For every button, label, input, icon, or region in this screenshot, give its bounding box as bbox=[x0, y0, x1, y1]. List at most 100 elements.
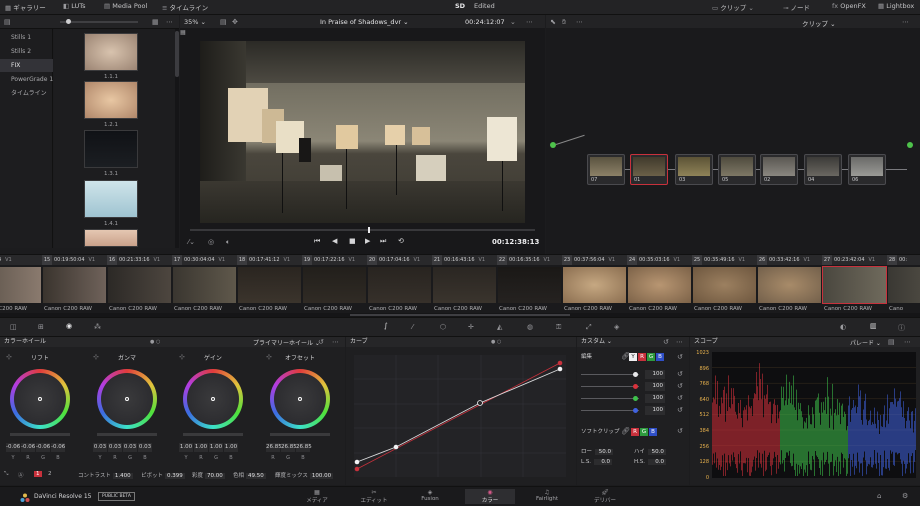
link-icon[interactable]: 🔗︎ bbox=[621, 427, 630, 435]
wheel-value[interactable]: 26.85 bbox=[266, 443, 282, 452]
color-picker-icon[interactable]: ⁄⌄ bbox=[188, 238, 195, 246]
wheel-value[interactable]: 26.85 bbox=[296, 443, 312, 452]
reset-icon[interactable]: ↺ bbox=[677, 382, 683, 390]
timeline-clip[interactable]: 20 00:17:04:16 V1 Canon C200 RAW bbox=[367, 255, 432, 316]
reset-icon[interactable]: ↺ bbox=[677, 427, 683, 435]
color-match-icon[interactable]: ⊞ bbox=[38, 323, 44, 331]
sidebar-item-timeline[interactable]: タイムライン bbox=[0, 87, 53, 100]
reset-icon[interactable]: ↺ bbox=[677, 406, 683, 414]
node-06[interactable]: 06 bbox=[848, 154, 886, 185]
timeline-clip[interactable]: 24 00:35:03:16 V1 Canon C200 RAW bbox=[627, 255, 692, 316]
grid-icon[interactable]: ▦ bbox=[180, 29, 186, 36]
stop-icon[interactable]: ■ bbox=[349, 237, 356, 245]
wheel-value[interactable]: 0.03 bbox=[108, 443, 122, 452]
video-frame[interactable] bbox=[200, 41, 525, 223]
qualifier-icon[interactable]: ⁄ bbox=[412, 323, 413, 331]
g-softclip-button[interactable]: G bbox=[640, 428, 648, 436]
key-icon[interactable]: ⚿ bbox=[556, 323, 561, 332]
timeline-clip[interactable]: 18 00:17:41:12 V1 Canon C200 RAW bbox=[237, 255, 302, 316]
node-01[interactable]: 01 bbox=[630, 154, 668, 185]
play-icon[interactable]: ▶ bbox=[365, 237, 370, 245]
reset-icon[interactable]: ↺ bbox=[677, 353, 683, 361]
page-2-button[interactable]: 2 bbox=[48, 471, 52, 477]
curve-point[interactable] bbox=[354, 466, 360, 472]
sidebar-item-stills1[interactable]: Stills 1 bbox=[0, 31, 53, 44]
lum-mix-field[interactable]: 輝度ミックス 100.00 bbox=[275, 471, 334, 479]
slider-handle[interactable] bbox=[633, 396, 638, 401]
more-options-icon[interactable]: ⋯ bbox=[576, 18, 583, 26]
b-channel-button[interactable]: B bbox=[656, 353, 664, 361]
page-tab-edit[interactable]: ✂︎ エディット bbox=[349, 489, 399, 504]
timeline-clip[interactable]: 25 00:35:49:16 V1 Canon C200 RAW bbox=[692, 255, 757, 316]
thumbnail-size-slider[interactable] bbox=[60, 21, 138, 23]
more-options-icon[interactable]: ⋯ bbox=[676, 338, 683, 346]
viewer-options-icon[interactable]: ⌄ bbox=[510, 18, 516, 26]
curves-icon[interactable]: ∫ bbox=[384, 322, 388, 330]
saturation-field[interactable]: 彩度 70.00 bbox=[192, 471, 225, 479]
wheel-mode-select[interactable]: プライマリーホイール ⌄ bbox=[253, 338, 320, 347]
sidebar-item-powergrade[interactable]: PowerGrade 1 bbox=[0, 73, 53, 86]
curve-point[interactable] bbox=[354, 459, 360, 465]
scrollbar-thumb[interactable] bbox=[175, 31, 179, 77]
color-wheels-icon[interactable]: ◉ bbox=[66, 322, 72, 330]
still-thumbnail[interactable] bbox=[84, 229, 138, 247]
clip-select[interactable]: クリップ ⌄ bbox=[802, 18, 836, 28]
wheel-value[interactable]: -0.06 bbox=[36, 443, 50, 452]
loop-icon[interactable]: ⟲ bbox=[398, 237, 404, 245]
gallery-button[interactable]: ▦ ギャラリー bbox=[5, 2, 46, 12]
sidebar-toggle-icon[interactable]: ▤ bbox=[4, 18, 11, 26]
still-thumbnail[interactable] bbox=[84, 81, 138, 119]
slider-handle[interactable] bbox=[633, 408, 638, 413]
node-05[interactable]: 05 bbox=[718, 154, 756, 185]
window-icon[interactable]: ⬡ bbox=[440, 323, 446, 331]
reverse-play-icon[interactable]: ◀ bbox=[332, 237, 337, 245]
timeline-clip[interactable]: 19 00:17:22:16 V1 Canon C200 RAW bbox=[302, 255, 367, 316]
wheel-value[interactable]: 0.03 bbox=[123, 443, 137, 452]
layout-icon[interactable]: ▤ bbox=[888, 338, 895, 346]
timeline-clip[interactable]: 17 00:30:04:04 V1 Canon C200 RAW bbox=[172, 255, 237, 316]
output-connector[interactable] bbox=[907, 142, 913, 148]
reset-icon[interactable]: ↺ bbox=[663, 338, 669, 346]
playhead[interactable] bbox=[368, 227, 370, 233]
slider-handle[interactable] bbox=[66, 19, 71, 24]
reset-icon[interactable]: ⊹ bbox=[179, 353, 185, 361]
y-channel-button[interactable]: Y bbox=[629, 353, 637, 361]
g-intensity-value[interactable]: 100 bbox=[645, 394, 665, 403]
toggle-icon[interactable]: ◐ bbox=[840, 323, 846, 331]
contrast-field[interactable]: コントラスト 1.400 bbox=[78, 471, 133, 479]
more-options-icon[interactable]: ⋯ bbox=[904, 338, 911, 346]
b-intensity-value[interactable]: 100 bbox=[645, 406, 665, 415]
blur-icon[interactable]: ◍ bbox=[527, 323, 533, 331]
openfx-button[interactable]: fx OpenFX bbox=[832, 2, 866, 10]
b-intensity-slider[interactable] bbox=[581, 410, 639, 411]
page-tab-color[interactable]: ◉ カラー bbox=[465, 489, 515, 504]
wheel-master-slider[interactable] bbox=[183, 433, 243, 436]
page-tab-media[interactable]: ▦ メディア bbox=[292, 489, 342, 504]
wheel-value[interactable]: 26.85 bbox=[281, 443, 297, 452]
node-03[interactable]: 03 bbox=[675, 154, 713, 185]
reset-icon[interactable]: ↺ bbox=[677, 394, 683, 402]
skip-forward-icon[interactable]: ⏭︎ bbox=[380, 237, 386, 246]
wheel-center-point[interactable] bbox=[38, 397, 42, 401]
sidebar-item-stills2[interactable]: Stills 2 bbox=[0, 45, 53, 58]
more-options-icon[interactable]: ⋯ bbox=[526, 18, 533, 26]
grid-view-icon[interactable]: ▦ bbox=[152, 18, 159, 26]
settings-icon[interactable]: ⚙︎ bbox=[902, 492, 908, 500]
wheel-value[interactable]: -0.06 bbox=[6, 443, 20, 452]
tracker-icon[interactable]: ✛ bbox=[468, 323, 474, 331]
y-intensity-value[interactable]: 100 bbox=[645, 370, 665, 379]
camera-raw-icon[interactable]: ◫ bbox=[10, 323, 17, 331]
hue-field[interactable]: 色相 49.50 bbox=[233, 471, 266, 479]
g-intensity-slider[interactable] bbox=[581, 398, 639, 399]
rgb-mixer-icon[interactable]: ⁂ bbox=[94, 323, 101, 331]
home-icon[interactable]: ⌂ bbox=[877, 492, 881, 500]
node-02[interactable]: 02 bbox=[760, 154, 798, 185]
timeline-clip[interactable]: 27 00:23:42:04 V1 Canon C200 RAW bbox=[822, 255, 887, 316]
still-thumbnail[interactable] bbox=[84, 33, 138, 71]
sizing-icon[interactable]: ⤢ bbox=[586, 323, 592, 332]
highlight-icon[interactable]: ◎ bbox=[208, 238, 214, 246]
curve-point[interactable] bbox=[557, 360, 563, 366]
luts-button[interactable]: ◧ LUTs bbox=[63, 2, 86, 10]
wheel-value[interactable]: 1.00 bbox=[224, 443, 238, 452]
r-intensity-value[interactable]: 100 bbox=[645, 382, 665, 391]
